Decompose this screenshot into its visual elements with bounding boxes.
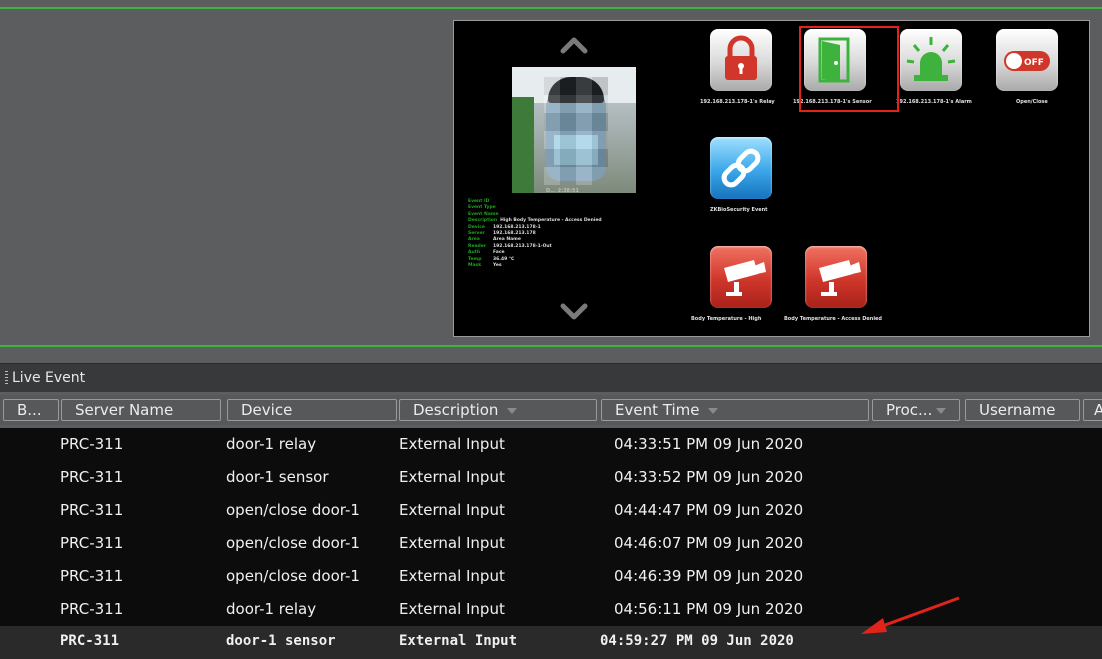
camera-temperature-high-button[interactable]	[710, 246, 772, 308]
event-info-list: Event ID Event Type Event Name Descripti…	[468, 199, 678, 269]
column-header-event-time[interactable]: Event Time	[601, 399, 869, 421]
column-header-b[interactable]: B...	[3, 399, 59, 421]
toggle-off-icon: OFF	[1004, 51, 1050, 71]
column-header-username[interactable]: Username	[965, 399, 1080, 421]
open-close-button[interactable]: OFF	[996, 29, 1058, 91]
table-header: B... Server Name Device Description Even…	[0, 395, 1102, 425]
sort-down-icon	[708, 407, 719, 414]
tile-label-open-close: Open/Close	[1016, 99, 1048, 105]
tile-label-alarm: 192.168.213.178-1's Alarm	[896, 99, 972, 105]
security-event-link-button[interactable]	[710, 137, 772, 199]
event-popup-panel: D... 2:38:51 Event ID Event Type Event N…	[453, 20, 1090, 337]
column-header-proc[interactable]: Proc...	[872, 399, 960, 421]
table-row[interactable]: PRC-311 open/close door-1 External Input…	[0, 494, 1102, 527]
link-icon	[721, 148, 761, 188]
camera-access-denied-button[interactable]	[805, 246, 867, 308]
relay-lock-button[interactable]	[710, 29, 772, 91]
svg-text:OFF: OFF	[1024, 58, 1044, 68]
tile-label-temperature-high: Body Temperature - High	[691, 316, 762, 322]
alarm-light-icon	[906, 37, 956, 81]
alarm-button[interactable]	[900, 29, 962, 91]
tile-label-access-denied: Body Temperature - Access Denied	[784, 316, 883, 322]
lock-icon	[725, 35, 757, 80]
camera-icon	[724, 260, 766, 296]
live-event-titlebar: Live Event	[0, 363, 1102, 392]
info-row: Mask Yes	[468, 263, 502, 269]
face-caption: D... 2:38:51	[546, 188, 579, 194]
annotation-arrow-icon	[861, 596, 960, 634]
drag-grip-icon[interactable]	[5, 371, 8, 386]
scroll-up-icon[interactable]	[559, 33, 589, 57]
annotation-highlight-box	[799, 26, 899, 112]
live-event-title: Live Event	[12, 370, 86, 386]
table-row[interactable]: PRC-311 door-1 relay External Input 04:3…	[0, 428, 1102, 461]
table-row[interactable]: PRC-311 open/close door-1 External Input…	[0, 527, 1102, 560]
column-header-server-name[interactable]: Server Name	[61, 399, 221, 421]
column-header-a[interactable]: A	[1083, 399, 1102, 421]
scroll-down-icon[interactable]	[559, 300, 589, 324]
captured-face-photo	[512, 67, 636, 193]
splitter-accent-line[interactable]	[0, 345, 1102, 347]
column-header-description[interactable]: Description	[399, 399, 597, 421]
camera-icon	[819, 260, 861, 296]
sort-down-icon	[507, 407, 518, 414]
tile-label-relay: 192.168.213.178-1's Relay	[700, 99, 775, 105]
table-row[interactable]: PRC-311 door-1 sensor External Input 04:…	[0, 461, 1102, 494]
table-row[interactable]: PRC-311 open/close door-1 External Input…	[0, 560, 1102, 593]
column-header-device[interactable]: Device	[227, 399, 397, 421]
sort-down-icon	[936, 407, 947, 414]
tile-label-security-event: ZKBioSecurity Event	[710, 207, 768, 213]
